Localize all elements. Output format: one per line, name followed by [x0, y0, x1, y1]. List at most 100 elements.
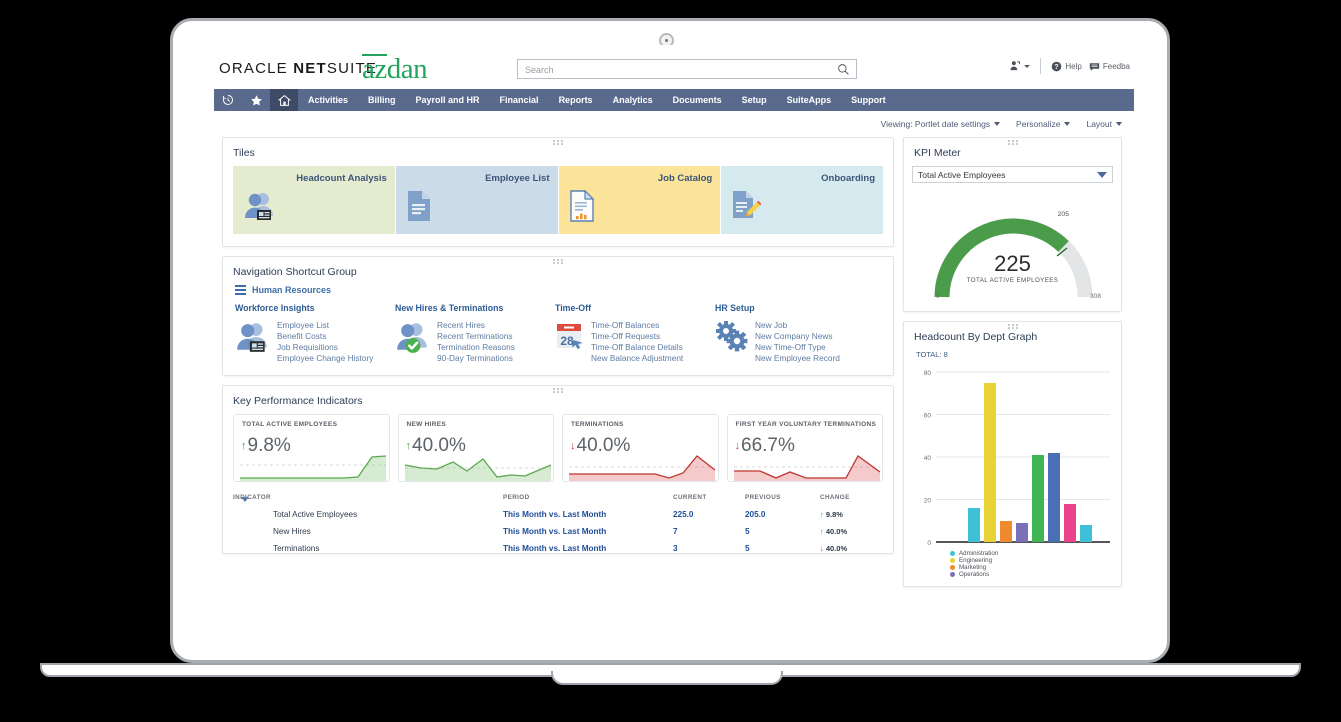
col-period[interactable]: PERIOD [503, 491, 673, 506]
cell-previous[interactable]: 5 [745, 540, 820, 553]
cell-previous[interactable]: 205.0 [745, 506, 820, 523]
chevron-down-icon[interactable] [994, 122, 1001, 126]
link-time-off-requests[interactable]: Time-Off Requests [591, 331, 683, 341]
link-new-employee-record[interactable]: New Employee Record [755, 353, 840, 363]
link-recent-hires[interactable]: Recent Hires [437, 320, 515, 330]
legend-item-administration[interactable]: Administration [950, 550, 1121, 557]
link-benefit-costs[interactable]: Benefit Costs [277, 331, 373, 341]
col-indicator[interactable]: INDICATOR [233, 491, 503, 506]
help-button[interactable]: ? Help [1051, 61, 1082, 72]
legend-item-marketing[interactable]: Marketing [950, 564, 1121, 571]
nav-item-billing[interactable]: Billing [358, 89, 406, 111]
global-search[interactable] [517, 59, 857, 81]
cell-period[interactable]: This Month vs. Last Month [503, 540, 673, 553]
nav-col-title: Workforce Insights [235, 303, 315, 313]
col-current[interactable]: CURRENT [673, 491, 745, 506]
home-icon[interactable] [270, 89, 298, 111]
chevron-down-icon[interactable] [1097, 171, 1107, 178]
tile-label: Onboarding [821, 173, 875, 184]
cell-current[interactable]: 7 [673, 523, 745, 540]
col-previous[interactable]: PREVIOUS [745, 491, 820, 506]
link-employee-list[interactable]: Employee List [277, 320, 373, 330]
personalize-label[interactable]: Personalize [1016, 119, 1060, 129]
link-new-time-off-type[interactable]: New Time-Off Type [755, 342, 840, 352]
link-new-balance-adjustment[interactable]: New Balance Adjustment [591, 353, 683, 363]
chevron-down-icon[interactable] [1116, 122, 1122, 126]
layout-button[interactable]: Layout [1086, 119, 1122, 129]
col-change[interactable]: CHANGE [820, 491, 883, 506]
recent-records-icon[interactable] [214, 89, 242, 111]
link-time-off-balances[interactable]: Time-Off Balances [591, 320, 683, 330]
nav-item-financial[interactable]: Financial [490, 89, 549, 111]
legend-item-engineering[interactable]: Engineering [950, 557, 1121, 564]
legend-color-swatch [950, 565, 955, 570]
trend-down-arrow-icon: ↓ [734, 439, 741, 452]
cell-current[interactable]: 225.0 [673, 506, 745, 523]
cell-period[interactable]: This Month vs. Last Month [503, 506, 673, 523]
cell-change: ↑ 40.0% [820, 523, 883, 540]
header-divider [1040, 58, 1042, 74]
kpi-card-terminations[interactable]: TERMINATIONS ↓ 40.0% [562, 414, 719, 482]
kpi-card-new-hires[interactable]: NEW HIRES ↑ 40.0% [397, 414, 554, 482]
nav-item-documents[interactable]: Documents [663, 89, 732, 111]
viewing-label[interactable]: Viewing: Portlet date settings [881, 119, 990, 129]
legend-item-operations[interactable]: Operations [950, 571, 1121, 578]
cell-period[interactable]: This Month vs. Last Month [503, 523, 673, 540]
change-value: 40.0% [825, 527, 848, 536]
nav-item-activities[interactable]: Activities [298, 89, 358, 111]
nav-item-setup[interactable]: Setup [732, 89, 777, 111]
link-new-company-news[interactable]: New Company News [755, 331, 840, 341]
tile-employee-list[interactable]: Employee List [395, 166, 558, 234]
chevron-down-icon[interactable] [1064, 122, 1071, 126]
dashboard-left-column: Tiles Headcount Analysis Employee List J… [222, 137, 894, 596]
nav-item-payroll-hr[interactable]: Payroll and HR [406, 89, 490, 111]
feedback-button[interactable]: Feedba [1089, 61, 1130, 72]
table-row[interactable]: Terminations This Month vs. Last Month 3… [233, 540, 883, 553]
drag-handle-icon[interactable] [553, 259, 563, 264]
human-resources-label[interactable]: Human Resources [252, 285, 331, 295]
kpi-card-first-year-voluntary-terminations[interactable]: FIRST YEAR VOLUNTARY TERMINATIONS ↓ 66.7… [726, 414, 883, 482]
hamburger-icon[interactable] [235, 285, 246, 295]
user-switch-icon [1010, 61, 1021, 71]
tile-headcount-analysis[interactable]: Headcount Analysis [233, 166, 395, 234]
nav-item-suiteapps[interactable]: SuiteApps [777, 89, 842, 111]
nav-item-reports[interactable]: Reports [549, 89, 603, 111]
link-time-off-balance-details[interactable]: Time-Off Balance Details [591, 342, 683, 352]
cell-current[interactable]: 3 [673, 540, 745, 553]
nav-item-analytics[interactable]: Analytics [603, 89, 663, 111]
help-label[interactable]: Help [1065, 62, 1081, 71]
chevron-down-icon[interactable] [1024, 64, 1031, 68]
link-job-requisitions[interactable]: Job Requisitions [277, 342, 373, 352]
sort-caret-icon[interactable] [241, 497, 249, 502]
nav-item-support[interactable]: Support [841, 89, 896, 111]
nav-shortcut-group-header[interactable]: Human Resources [223, 285, 893, 303]
table-row[interactable]: Total Active Employees This Month vs. La… [233, 506, 883, 523]
personalize-button[interactable]: Personalize [1016, 119, 1071, 129]
cell-previous[interactable]: 5 [745, 523, 820, 540]
kpi-card-total-active-employees[interactable]: TOTAL ACTIVE EMPLOYEES ↑ 9.8% [233, 414, 390, 482]
table-row[interactable]: New Hires This Month vs. Last Month 7 5 … [233, 523, 883, 540]
link-termination-reasons[interactable]: Termination Reasons [437, 342, 515, 352]
drag-handle-icon[interactable] [553, 140, 563, 145]
favorites-star-icon[interactable] [242, 89, 270, 111]
bar-other [1080, 525, 1092, 542]
user-switch-button[interactable] [1009, 60, 1031, 72]
drag-handle-icon[interactable] [553, 388, 563, 393]
link-recent-terminations[interactable]: Recent Terminations [437, 331, 515, 341]
kpi-meter-select[interactable]: Total Active Employees [912, 166, 1113, 183]
link-new-job[interactable]: New Job [755, 320, 840, 330]
legend-label: Engineering [959, 557, 993, 564]
drag-handle-icon[interactable] [1007, 140, 1018, 145]
tile-job-catalog[interactable]: Job Catalog [558, 166, 721, 234]
calendar-icon: 28 [555, 320, 585, 357]
link-employee-change-history[interactable]: Employee Change History [277, 353, 373, 363]
tile-onboarding[interactable]: Onboarding [721, 166, 883, 234]
search-icon[interactable] [837, 63, 850, 81]
kpi-meter-selected-value[interactable]: Total Active Employees [918, 170, 1005, 180]
search-input[interactable] [523, 60, 827, 80]
link-90-day-terminations[interactable]: 90-Day Terminations [437, 353, 515, 363]
layout-label[interactable]: Layout [1086, 119, 1112, 129]
viewing-portlet-date-settings-button[interactable]: Viewing: Portlet date settings [881, 119, 1001, 129]
feedback-label[interactable]: Feedba [1103, 62, 1130, 71]
drag-handle-icon[interactable] [1007, 324, 1018, 329]
